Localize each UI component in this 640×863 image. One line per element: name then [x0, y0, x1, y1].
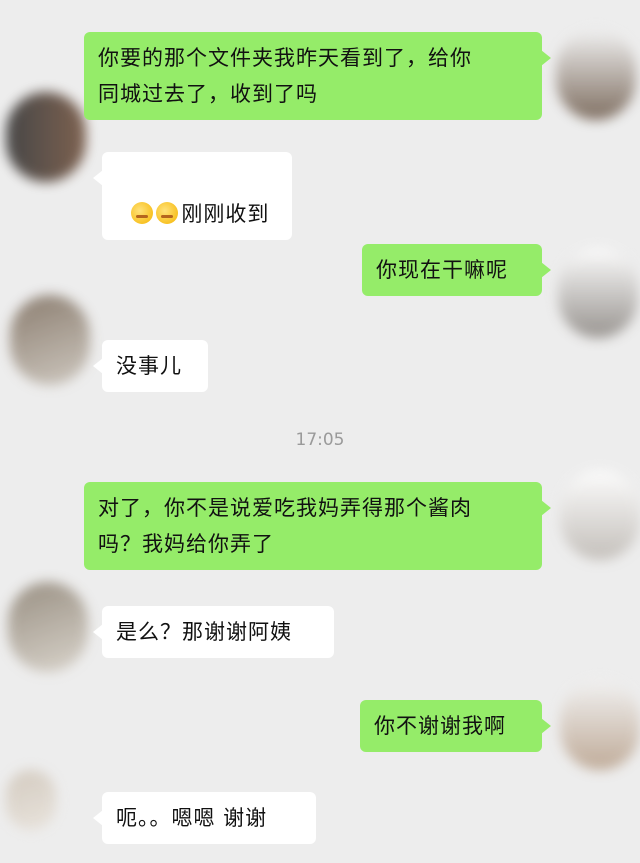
avatar[interactable]: [8, 582, 88, 672]
avatar[interactable]: [6, 770, 56, 830]
smirk-emoji-icon: [156, 202, 179, 224]
message-bubble-outgoing[interactable]: 你不谢谢我啊: [360, 700, 551, 752]
smirk-emoji-icon: [131, 202, 154, 224]
message-bubble-incoming[interactable]: 刚刚收到: [93, 152, 292, 240]
avatar[interactable]: [558, 248, 638, 338]
avatar[interactable]: [556, 30, 636, 120]
message-text: 刚刚收到: [181, 202, 270, 226]
message-bubble-outgoing[interactable]: 你现在干嘛呢: [362, 244, 551, 296]
message-bubble-incoming[interactable]: 是么？那谢谢阿姨: [93, 606, 334, 658]
avatar[interactable]: [560, 680, 640, 770]
message-bubble-incoming[interactable]: 呃。。嗯嗯 谢谢: [93, 792, 316, 844]
avatar[interactable]: [560, 470, 640, 560]
message-bubble-outgoing[interactable]: 对了，你不是说爱吃我妈弄得那个酱肉 吗？我妈给你弄了: [84, 482, 551, 570]
avatar[interactable]: [6, 92, 86, 182]
message-bubble-incoming[interactable]: 没事儿: [93, 340, 208, 392]
avatar[interactable]: [10, 295, 90, 385]
message-bubble-outgoing[interactable]: 你要的那个文件夹我昨天看到了，给你 同城过去了，收到了吗: [84, 32, 551, 120]
timestamp: 17:05: [295, 430, 345, 450]
